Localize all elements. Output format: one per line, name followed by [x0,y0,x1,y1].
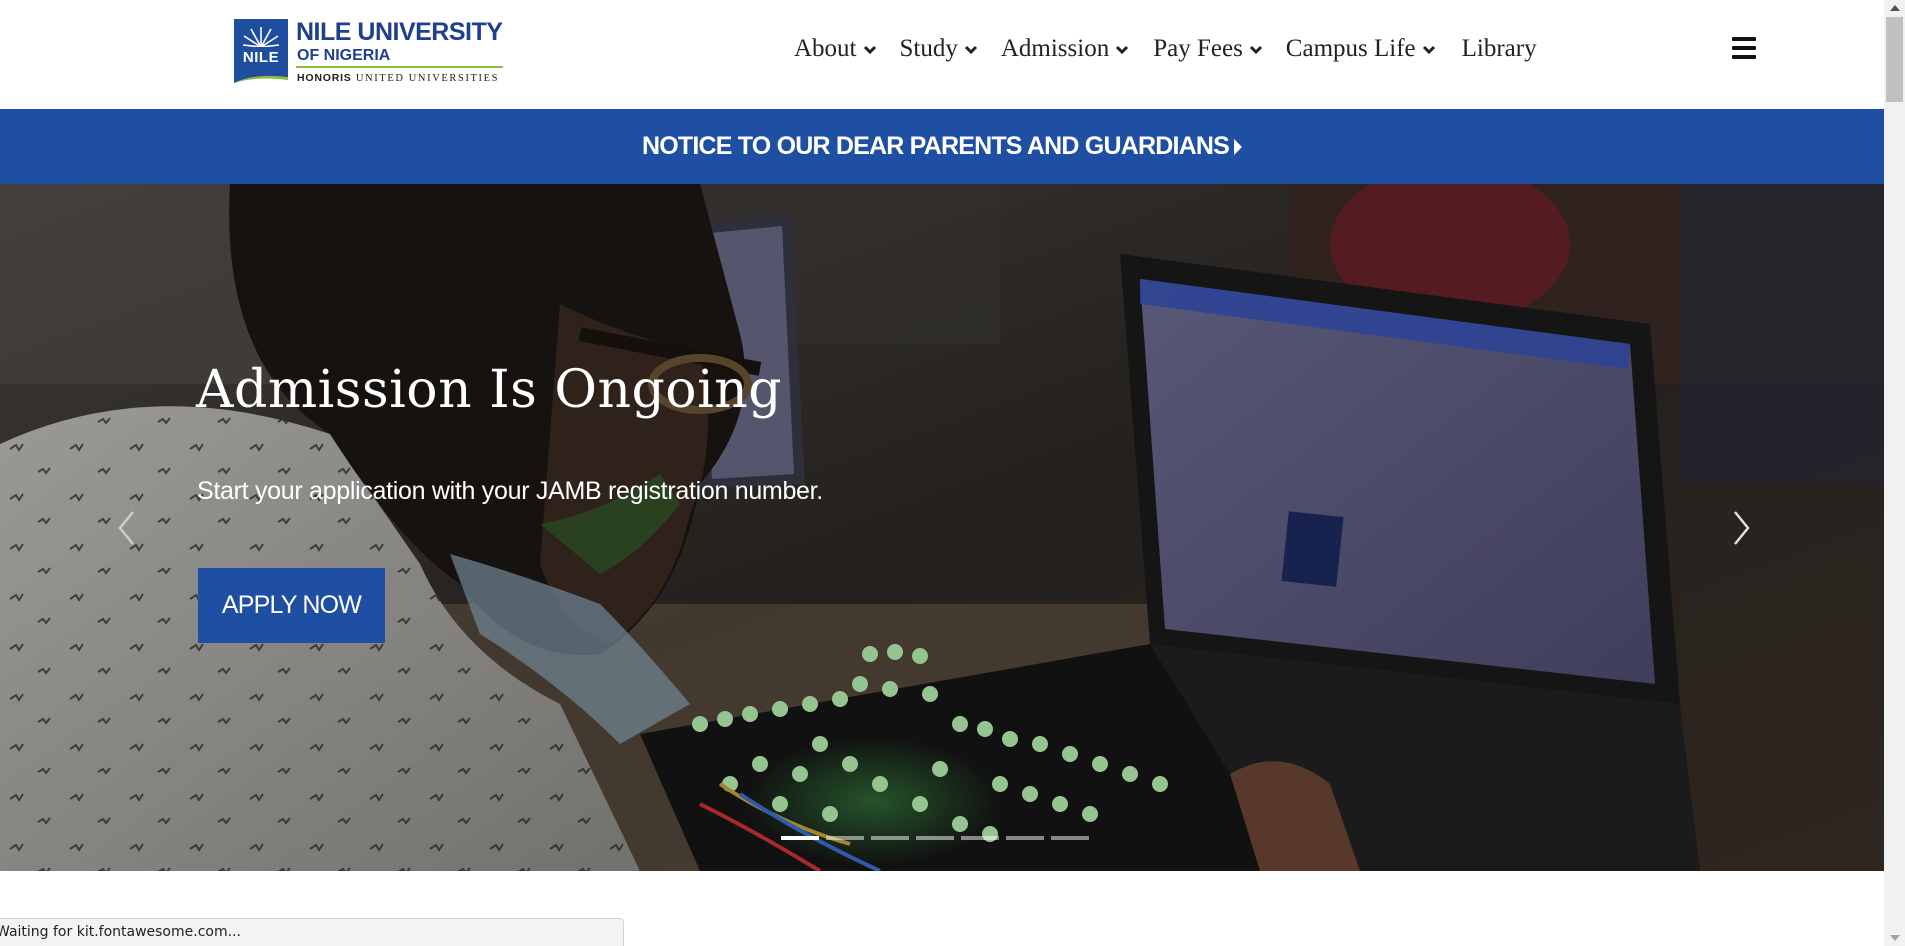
carousel-indicator[interactable] [781,836,819,840]
scrollbar-thumb[interactable] [1886,17,1903,102]
hero-carousel: Admission Is Ongoing Start your applicat… [0,184,1884,871]
nav-item-label: Admission [1000,35,1110,62]
hero-title: Admission Is Ongoing [196,360,782,420]
main-nav: About Study Admission Pay Fees Campus Li… [794,31,1537,67]
nav-item-label: About [794,35,857,62]
nav-item-library[interactable]: Library [1462,35,1537,63]
carousel-indicator[interactable] [916,836,954,840]
logo-name-line1: NILE UNIVERSITY [296,18,503,46]
scroll-up-arrow-icon[interactable] [1890,5,1900,11]
logo-tagline-rest: UNITED UNIVERSITIES [355,73,500,84]
carousel-indicator[interactable] [1051,836,1089,840]
logo-divider [296,66,503,68]
carousel-indicator[interactable] [826,836,864,840]
sunburst-icon [242,27,280,47]
status-text: Waiting for kit.fontawesome.com... [0,924,241,940]
logo-name-line2: OF NIGERIA [297,47,391,64]
chevron-down-icon [1422,45,1435,55]
nav-item-label: Campus Life [1285,35,1416,62]
swoosh-icon [234,75,288,83]
chevron-down-icon [964,45,977,55]
nav-item-study[interactable]: Study [900,35,978,63]
chevron-down-icon [1116,45,1129,55]
apply-now-button[interactable]: APPLY NOW [198,568,385,643]
nav-item-about[interactable]: About [794,35,877,63]
logo-tagline: HONORIS UNITED UNIVERSITIES [297,72,499,84]
hero-subtitle: Start your application with your JAMB re… [197,477,823,505]
nav-item-label: Library [1461,35,1537,62]
scroll-down-arrow-icon[interactable] [1890,935,1900,941]
logo-mark-text: NILE [242,49,280,66]
browser-status-bar: Waiting for kit.fontawesome.com... [0,918,624,946]
university-logo[interactable]: NILE NILE UNIVERSITY OF NIGERIA HONORIS … [234,18,504,86]
nav-item-admission[interactable]: Admission [1001,35,1129,63]
hamburger-menu-icon[interactable] [1732,37,1756,59]
site-header: NILE NILE UNIVERSITY OF NIGERIA HONORIS … [0,0,1884,109]
page-scrollbar[interactable] [1884,0,1905,946]
page: NILE NILE UNIVERSITY OF NIGERIA HONORIS … [0,0,1884,946]
carousel-prev-arrow-icon[interactable] [116,508,136,548]
notice-link[interactable]: NOTICE TO OUR DEAR PARENTS AND GUARDIANS [642,132,1242,161]
carousel-indicator[interactable] [1006,836,1044,840]
nav-item-label: Pay Fees [1153,35,1243,62]
chevron-down-icon [1249,45,1262,55]
notice-text: NOTICE TO OUR DEAR PARENTS AND GUARDIANS [641,132,1230,160]
notice-bar[interactable]: NOTICE TO OUR DEAR PARENTS AND GUARDIANS [0,109,1884,184]
nav-item-label: Study [899,35,958,62]
caret-right-icon [1234,138,1242,155]
carousel-indicators [781,836,1096,840]
carousel-indicator[interactable] [871,836,909,840]
hero-background-photo [0,184,1884,871]
chevron-down-icon [863,45,876,55]
carousel-indicator[interactable] [961,836,999,840]
logo-tagline-bold: HONORIS [297,72,352,84]
nav-item-pay-fees[interactable]: Pay Fees [1153,35,1263,63]
nav-item-campus-life[interactable]: Campus Life [1286,35,1436,63]
carousel-next-arrow-icon[interactable] [1732,508,1752,548]
logo-emblem: NILE [234,19,288,83]
